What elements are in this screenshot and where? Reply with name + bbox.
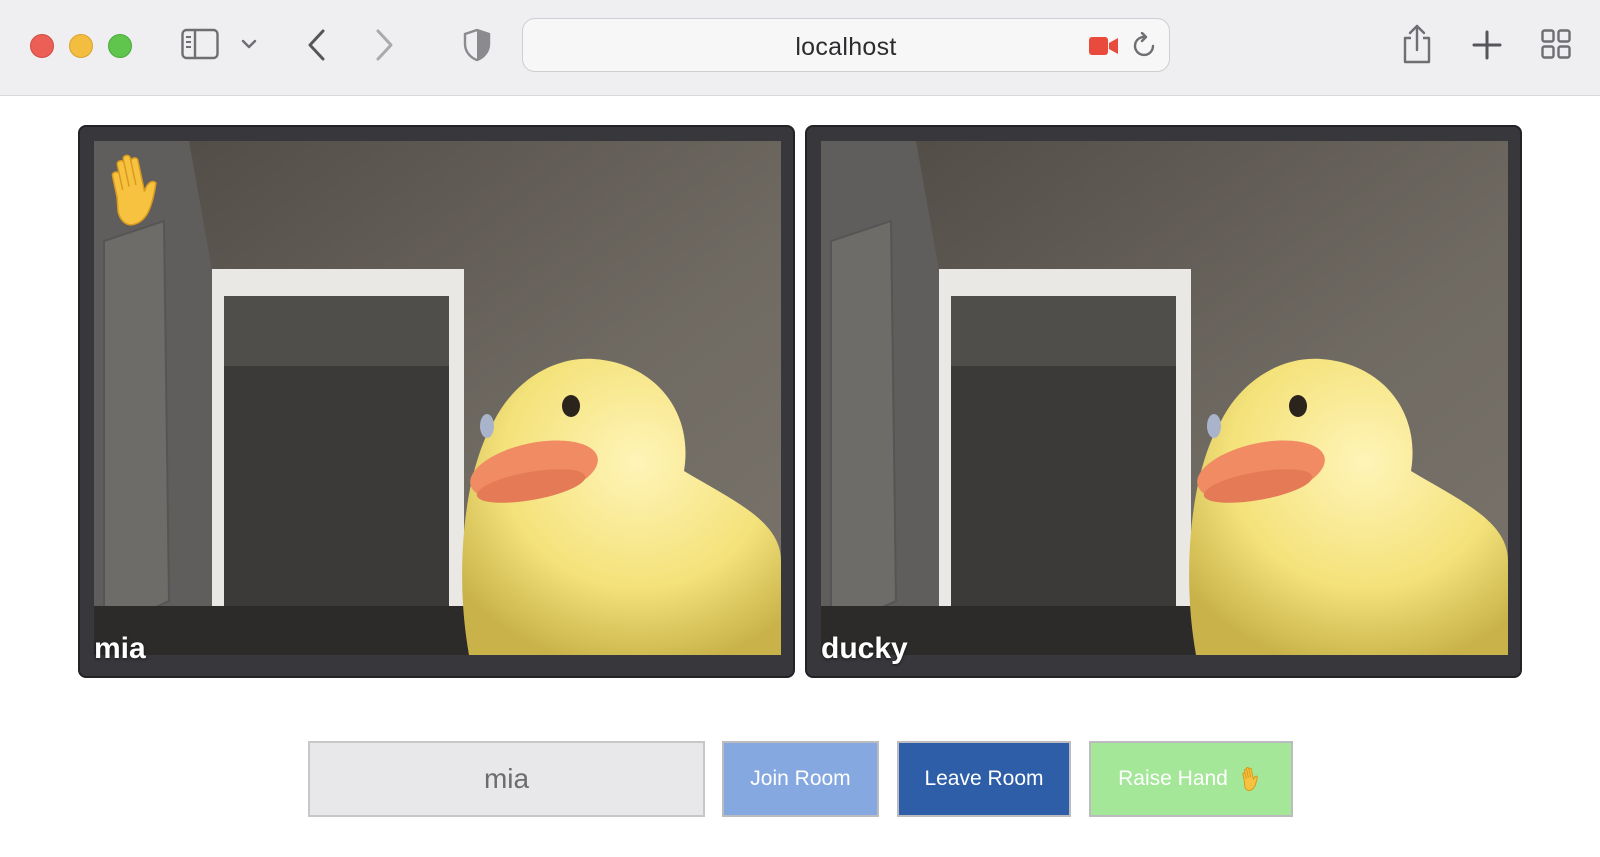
raise-hand-button[interactable]: Raise Hand (1089, 741, 1293, 817)
chevron-down-icon[interactable] (241, 38, 257, 50)
participant-name: ducky (821, 632, 908, 665)
raise-hand-label: Raise Hand (1118, 767, 1228, 790)
participant-video (821, 141, 1508, 655)
camera-recording-icon[interactable] (1089, 36, 1119, 61)
url-text: localhost (795, 33, 897, 61)
participant-video (94, 141, 781, 655)
leave-room-label: Leave Room (924, 767, 1044, 790)
browser-toolbar: localhost (0, 0, 1600, 96)
back-icon[interactable] (306, 28, 328, 62)
privacy-shield-icon[interactable] (462, 28, 492, 62)
participant-tile: mia (78, 125, 795, 678)
zoom-window-button[interactable] (108, 34, 132, 58)
address-bar[interactable]: localhost (522, 18, 1170, 72)
reload-icon[interactable] (1133, 31, 1157, 63)
new-tab-icon[interactable] (1472, 30, 1502, 60)
participant-tile: ducky (805, 125, 1522, 678)
forward-icon[interactable] (373, 28, 395, 62)
raised-hand-icon (98, 149, 176, 231)
raised-hand-icon (1238, 765, 1264, 793)
name-input[interactable] (308, 741, 705, 817)
participant-name: mia (94, 632, 146, 665)
leave-room-button[interactable]: Leave Room (897, 741, 1071, 817)
sidebar-icon[interactable] (181, 28, 219, 60)
join-room-label: Join Room (750, 767, 851, 790)
tab-overview-icon[interactable] (1541, 29, 1571, 59)
join-room-button[interactable]: Join Room (722, 741, 879, 817)
minimize-window-button[interactable] (69, 34, 93, 58)
share-icon[interactable] (1401, 24, 1433, 64)
close-window-button[interactable] (30, 34, 54, 58)
